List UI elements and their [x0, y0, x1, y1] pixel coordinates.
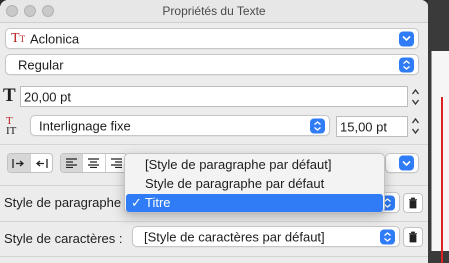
separator [0, 144, 428, 145]
line-spacing-mode-popup[interactable]: Interlignage fixe [30, 115, 330, 136]
character-style-popup[interactable]: [Style de caractères par défaut] [132, 226, 400, 247]
alignment-control[interactable] [60, 153, 128, 173]
font-popup[interactable]: TT Aclonica [5, 28, 419, 49]
trash-icon [409, 197, 417, 209]
indent-control[interactable] [7, 153, 53, 173]
trash-icon [409, 231, 417, 243]
delete-character-style-button[interactable] [403, 227, 423, 247]
text-properties-window: Propriétés du Texte TT Aclonica Regular … [0, 0, 429, 263]
font-style-value: Regular [18, 57, 64, 72]
title-bar: Propriétés du Texte [0, 0, 428, 23]
line-spacing-field[interactable]: 15,00 pt [336, 116, 408, 137]
font-icon: TT [11, 31, 26, 46]
separator [0, 221, 428, 222]
font-size-stepper[interactable] [411, 87, 420, 107]
paragraph-style-label: Style de paragraphe [4, 195, 122, 210]
checkmark-icon: ✓ [131, 195, 142, 210]
line-spacing-mode: Interlignage fixe [39, 118, 131, 133]
character-style-value: [Style de caractères par défaut] [144, 229, 325, 244]
separator [0, 256, 428, 257]
line-spacing-stepper[interactable] [411, 116, 420, 136]
font-size-value: 20,00 pt [24, 89, 71, 104]
up-down-chevron-icon [399, 57, 414, 72]
font-value: Aclonica [30, 31, 80, 46]
paragraph-style-menu: [Style de paragraphe par défaut] Style d… [124, 153, 385, 213]
align-center-button[interactable] [83, 154, 106, 172]
window-title: Propriétés du Texte [162, 4, 266, 18]
line-spacing-value: 15,00 pt [340, 119, 387, 134]
up-down-chevron-icon [380, 229, 395, 244]
indent-left-button[interactable] [8, 154, 31, 172]
menu-item[interactable]: Style de paragraphe par défaut [126, 175, 383, 193]
indent-right-button[interactable] [31, 154, 52, 172]
align-left-button[interactable] [61, 154, 84, 172]
page-edge [431, 51, 449, 251]
chevron-down-icon [399, 31, 414, 46]
collapsed-popup[interactable] [385, 153, 419, 173]
delete-paragraph-style-button[interactable] [403, 193, 423, 213]
font-size-icon: T [3, 85, 16, 106]
margin-guide [441, 97, 443, 263]
font-style-popup[interactable]: Regular [5, 54, 419, 75]
line-spacing-icon: T IT [6, 115, 17, 137]
chevron-down-icon [399, 155, 414, 171]
font-size-field[interactable]: 20,00 pt [20, 86, 408, 107]
menu-item-selected[interactable]: ✓ Titre [126, 194, 383, 212]
up-down-chevron-icon [310, 118, 325, 133]
menu-item[interactable]: [Style de paragraphe par défaut] [126, 156, 383, 174]
character-style-label: Style de caractères : [4, 231, 123, 246]
